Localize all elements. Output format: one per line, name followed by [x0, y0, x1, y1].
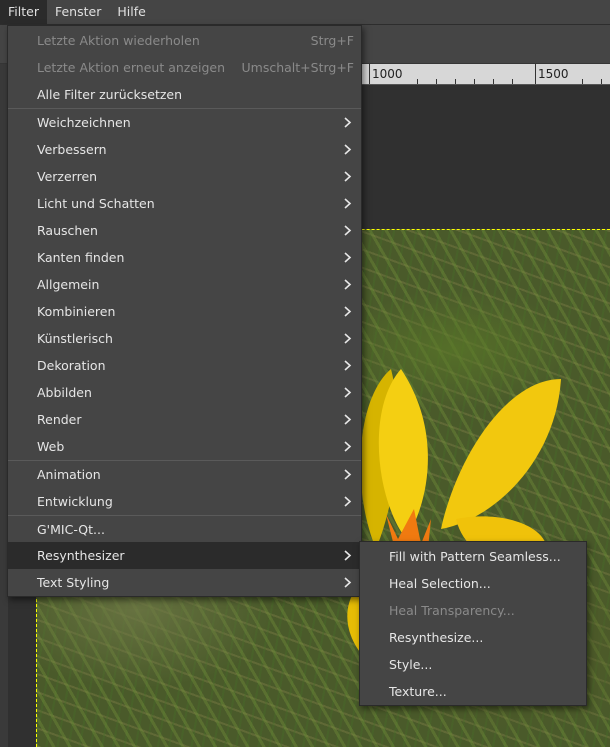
- shortcut-label: Strg+F: [310, 33, 354, 48]
- menu-item-abbilden[interactable]: Abbilden: [8, 379, 361, 406]
- menu-item-verzerren[interactable]: Verzerren: [8, 163, 361, 190]
- menu-item-label: Text Styling: [37, 575, 110, 590]
- chevron-right-icon: [344, 279, 352, 290]
- menu-filter[interactable]: Filter: [0, 0, 47, 24]
- menu-item-label: Abbilden: [37, 385, 92, 400]
- chevron-right-icon: [344, 333, 352, 344]
- menu-item-label: Letzte Aktion erneut anzeigen: [37, 60, 226, 75]
- submenu-item-texture[interactable]: Texture...: [360, 678, 586, 705]
- ruler-label-1000: 1000: [372, 67, 403, 81]
- menu-item-reset-all-filters[interactable]: Alle Filter zurücksetzen: [8, 81, 361, 108]
- menu-item-render[interactable]: Render: [8, 406, 361, 433]
- ruler-tick: [474, 79, 475, 84]
- ruler-tick: [417, 79, 418, 84]
- menu-hilfe[interactable]: Hilfe: [109, 0, 153, 24]
- submenu-item-heal-selection[interactable]: Heal Selection...: [360, 570, 586, 597]
- menu-item-kombinieren[interactable]: Kombinieren: [8, 298, 361, 325]
- filter-dropdown-menu: Letzte Aktion wiederholen Strg+F Letzte …: [7, 25, 362, 597]
- menubar: Filter Fenster Hilfe: [0, 0, 610, 25]
- chevron-right-icon: [344, 360, 352, 371]
- chevron-right-icon: [344, 496, 352, 507]
- ruler-tick: [512, 79, 513, 84]
- menu-item-label: Dekoration: [37, 358, 106, 373]
- menu-item-label: Licht und Schatten: [37, 196, 155, 211]
- menu-item-licht-und-schatten[interactable]: Licht und Schatten: [8, 190, 361, 217]
- menu-item-label: Render: [37, 412, 82, 427]
- menu-item-entwicklung[interactable]: Entwicklung: [8, 488, 361, 515]
- horizontal-ruler[interactable]: 1000 1500: [360, 64, 610, 85]
- ruler-tick: [436, 79, 437, 84]
- menu-fenster[interactable]: Fenster: [47, 0, 109, 24]
- menu-item-dekoration[interactable]: Dekoration: [8, 352, 361, 379]
- chevron-right-icon: [344, 171, 352, 182]
- menu-item-rauschen[interactable]: Rauschen: [8, 217, 361, 244]
- chevron-right-icon: [344, 469, 352, 480]
- chevron-right-icon: [344, 117, 352, 128]
- submenu-item-fill-pattern-seamless[interactable]: Fill with Pattern Seamless...: [360, 543, 586, 570]
- ruler-tick: [582, 79, 583, 84]
- resynthesizer-submenu: Fill with Pattern Seamless... Heal Selec…: [359, 541, 587, 706]
- chevron-right-icon: [344, 577, 352, 588]
- chevron-right-icon: [344, 225, 352, 236]
- menu-item-text-styling[interactable]: Text Styling: [8, 569, 361, 596]
- menu-item-allgemein[interactable]: Allgemein: [8, 271, 361, 298]
- ruler-tick: [455, 79, 456, 84]
- menu-item-label: G'MIC-Qt...: [37, 522, 105, 537]
- menu-item-weichzeichnen[interactable]: Weichzeichnen: [8, 109, 361, 136]
- chevron-right-icon: [344, 198, 352, 209]
- ruler-tick: [369, 64, 370, 84]
- ruler-tick: [535, 64, 536, 84]
- chevron-right-icon: [344, 252, 352, 263]
- submenu-item-resynthesize[interactable]: Resynthesize...: [360, 624, 586, 651]
- menu-item-label: Künstlerisch: [37, 331, 113, 346]
- submenu-item-style[interactable]: Style...: [360, 651, 586, 678]
- menu-item-reshow-last[interactable]: Letzte Aktion erneut anzeigen Umschalt+S…: [8, 54, 361, 81]
- menu-item-label: Weichzeichnen: [37, 115, 131, 130]
- menu-item-repeat-last[interactable]: Letzte Aktion wiederholen Strg+F: [8, 27, 361, 54]
- menu-item-web[interactable]: Web: [8, 433, 361, 460]
- chevron-right-icon: [344, 387, 352, 398]
- chevron-right-icon: [344, 306, 352, 317]
- menu-item-label: Kombinieren: [37, 304, 116, 319]
- ruler-tick: [493, 79, 494, 84]
- shortcut-label: Umschalt+Strg+F: [241, 60, 355, 75]
- menu-item-resynthesizer[interactable]: Resynthesizer: [8, 542, 361, 569]
- menu-item-kanten-finden[interactable]: Kanten finden: [8, 244, 361, 271]
- ruler-label-1500: 1500: [538, 67, 569, 81]
- menu-item-label: Allgemein: [37, 277, 100, 292]
- chevron-right-icon: [344, 414, 352, 425]
- menu-item-label: Resynthesizer: [37, 548, 125, 563]
- menu-item-label: Kanten finden: [37, 250, 125, 265]
- menu-item-label: Entwicklung: [37, 494, 113, 509]
- menu-item-label: Rauschen: [37, 223, 98, 238]
- chevron-right-icon: [344, 441, 352, 452]
- menu-item-label: Web: [37, 439, 65, 454]
- menu-item-verbessern[interactable]: Verbessern: [8, 136, 361, 163]
- menu-item-label: Animation: [37, 467, 101, 482]
- chevron-right-icon: [344, 144, 352, 155]
- menu-item-label: Alle Filter zurücksetzen: [37, 87, 183, 102]
- chevron-right-icon: [344, 550, 352, 561]
- menu-item-kuenstlerisch[interactable]: Künstlerisch: [8, 325, 361, 352]
- submenu-item-heal-transparency[interactable]: Heal Transparency...: [360, 597, 586, 624]
- menu-item-label: Letzte Aktion wiederholen: [37, 33, 200, 48]
- ruler-tick: [601, 79, 602, 84]
- menu-item-label: Verbessern: [37, 142, 107, 157]
- menu-item-animation[interactable]: Animation: [8, 461, 361, 488]
- menu-item-gmic-qt[interactable]: G'MIC-Qt...: [8, 516, 361, 543]
- menu-item-label: Verzerren: [37, 169, 98, 184]
